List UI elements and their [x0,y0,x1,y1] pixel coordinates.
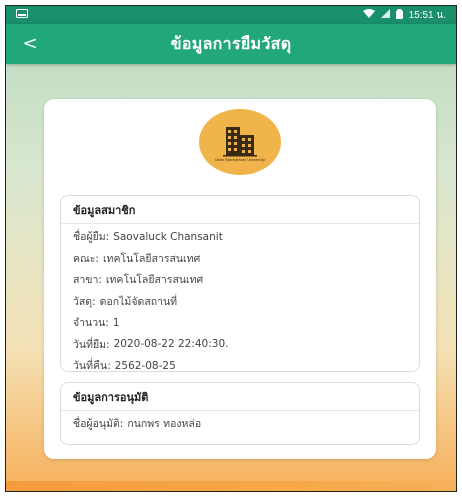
material-row: วัสดุ: ดอกไม้จัดสถานที่ [73,291,407,313]
faculty-label: คณะ: [73,252,99,265]
borrower-name-label: ชื่อผู้ยืม: [73,231,110,244]
return-date-label: วันที่คืน: [73,360,111,373]
status-left [16,9,28,21]
borrower-name-value: Saovaluck Chansanit [113,230,223,243]
back-arrow-icon: < [22,33,38,54]
borrow-date-row: วันที่ยืม: 2020-08-22 22:40:30. [73,334,407,356]
logo-caption: Ubon Ratchathani University [214,157,266,162]
quantity-value: 1 [112,316,120,329]
member-section-title: ข้อมูลสมาชิก [61,196,419,224]
approver-name-label: ชื่อผู้อนุมัติ: [73,418,124,431]
wifi-icon [362,9,375,21]
bottom-background-strip [6,481,456,491]
app-bar: < ข้อมูลการยืมวัสดุ [6,24,456,64]
phone-screen: 15:51 น. < ข้อมูลการยืมวัสดุ Ubon Ratcha… [5,5,457,492]
status-bar: 15:51 น. [6,6,456,24]
approver-name-value: กนกพร ทองหล่อ [127,418,202,431]
borrow-date-value: 2020-08-22 22:40:30. [113,338,229,351]
major-value: เทคโนโลยีสารสนเทศ [105,274,204,287]
approval-section-title: ข้อมูลการอนุมัติ [61,383,419,411]
organization-logo: Ubon Ratchathani University [199,109,281,175]
approval-info-rows: ชื่อผู้อนุมัติ: กนกพร ทองหล่อ [61,411,419,435]
building-icon [223,126,257,156]
borrower-name-row: ชื่อผู้ยืม: Saovaluck Chansanit [73,226,407,248]
material-label: วัสดุ: [73,295,96,308]
page-title: ข้อมูลการยืมวัสดุ [170,33,292,53]
borrow-detail-card: Ubon Ratchathani University ข้อมูลสมาชิก… [44,99,436,459]
material-value: ดอกไม้จัดสถานที่ [99,295,178,308]
major-row: สาขา: เทคโนโลยีสารสนเทศ [73,269,407,291]
faculty-value: เทคโนโลยีสารสนเทศ [102,252,201,265]
major-label: สาขา: [73,274,102,287]
status-right: 15:51 น. [362,8,446,23]
return-date-row: วันที่คืน: 2562-08-25 [73,355,407,377]
approval-info-section: ข้อมูลการอนุมัติ ชื่อผู้อนุมัติ: กนกพร ท… [60,382,420,445]
status-time: 15:51 น. [408,9,446,21]
faculty-row: คณะ: เทคโนโลยีสารสนเทศ [73,248,407,270]
return-date-value: 2562-08-25 [114,359,176,372]
signal-icon [380,9,390,21]
member-info-section: ข้อมูลสมาชิก ชื่อผู้ยืม: Saovaluck Chans… [60,195,420,372]
borrow-date-label: วันที่ยืม: [73,338,110,351]
notification-icon [16,9,28,21]
member-info-rows: ชื่อผู้ยืม: Saovaluck Chansanit คณะ: เทค… [61,224,419,377]
battery-icon [395,8,403,22]
quantity-label: จำนวน: [73,317,109,330]
approver-name-row: ชื่อผู้อนุมัติ: กนกพร ทองหล่อ [73,413,407,435]
quantity-row: จำนวน: 1 [73,312,407,334]
back-button[interactable]: < [16,34,44,54]
